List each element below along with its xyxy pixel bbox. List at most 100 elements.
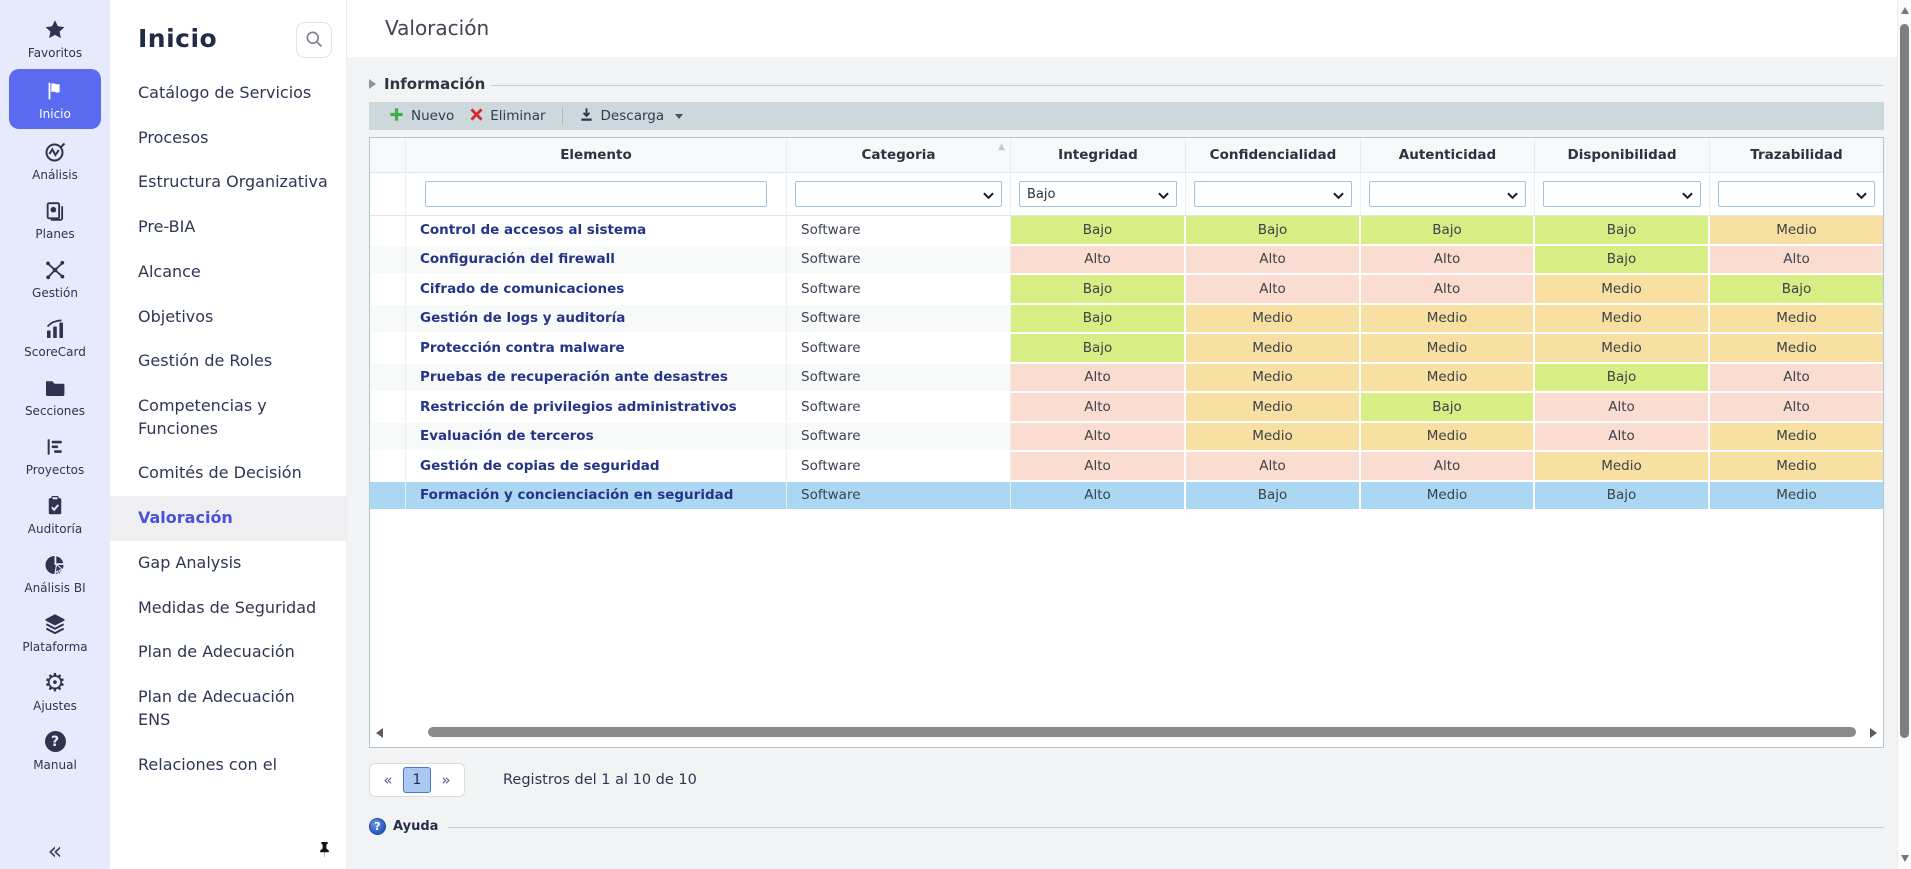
content-area: Información Nuevo Eliminar — [347, 57, 1897, 869]
column-header-confidencialidad[interactable]: Confidencialidad — [1186, 138, 1361, 173]
element-link[interactable]: Gestión de logs y auditoría — [420, 310, 625, 326]
element-link[interactable]: Evaluación de terceros — [420, 428, 594, 444]
rail-item-manual[interactable]: ?Manual — [4, 721, 106, 779]
category-value: Software — [801, 428, 861, 444]
table-row[interactable]: Evaluación de tercerosSoftwareAltoMedioM… — [370, 423, 1883, 453]
sidebar-item-plan-de-adecuacion[interactable]: Plan de Adecuación — [110, 630, 346, 675]
pin-menu-icon[interactable] — [315, 840, 334, 863]
rail-item-ajustes[interactable]: ⚙Ajustes — [4, 662, 106, 720]
sidebar-item-gestion-de-roles[interactable]: Gestión de Roles — [110, 339, 346, 384]
table-row[interactable]: Gestión de logs y auditoríaSoftwareBajoM… — [370, 305, 1883, 335]
rail-item-plataforma[interactable]: Plataforma — [4, 603, 106, 661]
element-link[interactable]: Protección contra malware — [420, 340, 625, 356]
vertical-scroll-thumb[interactable] — [1900, 24, 1909, 738]
element-link[interactable]: Cifrado de comunicaciones — [420, 281, 624, 297]
horizontal-scrollbar[interactable] — [372, 726, 1881, 739]
sidebar-item-objetivos[interactable]: Objetivos — [110, 295, 346, 340]
table-row[interactable]: Gestión de copias de seguridadSoftwareAl… — [370, 452, 1883, 482]
horizontal-scroll-thumb[interactable] — [428, 727, 1856, 737]
rail-item-favoritos[interactable]: Favoritos — [4, 9, 106, 67]
scroll-up-arrow-icon[interactable] — [1901, 7, 1909, 14]
clipboard-check-icon — [44, 493, 66, 519]
column-header-categoria[interactable]: Categoria▲ — [787, 138, 1011, 173]
rating-value: Medio — [1776, 458, 1817, 474]
rating-value: Alto — [1084, 251, 1111, 267]
rating-value: Medio — [1252, 340, 1293, 356]
rail-item-label: Manual — [33, 758, 77, 772]
disponibilidad-filter-select[interactable] — [1543, 181, 1701, 207]
rating-value: Medio — [1776, 310, 1817, 326]
element-link[interactable]: Control de accesos al sistema — [420, 222, 646, 238]
new-button[interactable]: Nuevo — [381, 107, 462, 126]
table-row[interactable]: Formación y concienciación en seguridadS… — [370, 482, 1883, 512]
gantt-icon — [44, 434, 66, 460]
column-header-trazabilidad[interactable]: Trazabilidad — [1710, 138, 1883, 173]
category-value: Software — [801, 399, 861, 415]
rail-item-gestion[interactable]: Gestión — [4, 249, 106, 307]
window-vertical-scrollbar[interactable] — [1897, 0, 1911, 869]
categoria-filter-select[interactable] — [795, 181, 1002, 207]
autenticidad-filter-select[interactable] — [1369, 181, 1526, 207]
help-question-icon[interactable]: ? — [369, 818, 386, 835]
rail-item-auditoria[interactable]: Auditoría — [4, 485, 106, 543]
rail-item-label: Análisis BI — [24, 581, 85, 595]
rating-value: Bajo — [1258, 487, 1288, 503]
elemento-filter-input[interactable] — [425, 181, 767, 207]
collapse-triangle-icon — [369, 79, 376, 89]
column-header-autenticidad[interactable]: Autenticidad — [1361, 138, 1535, 173]
table-row[interactable]: Restricción de privilegios administrativ… — [370, 393, 1883, 423]
sidebar-item-medidas-de-seguridad[interactable]: Medidas de Seguridad — [110, 586, 346, 631]
section-header-informacion[interactable]: Información — [369, 75, 1883, 93]
scroll-left-arrow-icon[interactable] — [376, 728, 383, 738]
next-page-button[interactable]: » — [433, 771, 459, 789]
table-row[interactable]: Pruebas de recuperación ante desastresSo… — [370, 364, 1883, 394]
scroll-right-arrow-icon[interactable] — [1870, 728, 1877, 738]
rail-item-inicio[interactable]: Inicio — [9, 69, 101, 129]
element-link[interactable]: Restricción de privilegios administrativ… — [420, 399, 737, 415]
sidebar-item-plan-de-adecuacion-ens[interactable]: Plan de Adecuación ENS — [110, 675, 346, 742]
rail-item-secciones[interactable]: Secciones — [4, 367, 106, 425]
sidebar-item-valoracion[interactable]: Valoración — [110, 496, 346, 541]
column-header-disponibilidad[interactable]: Disponibilidad — [1535, 138, 1710, 173]
column-header-elemento[interactable]: Elemento — [406, 138, 787, 173]
element-link[interactable]: Gestión de copias de seguridad — [420, 458, 660, 474]
sidebar-item-gap-analysis[interactable]: Gap Analysis — [110, 541, 346, 586]
sidebar-item-alcance[interactable]: Alcance — [110, 250, 346, 295]
scroll-down-arrow-icon[interactable] — [1901, 855, 1909, 862]
current-page-button[interactable]: 1 — [403, 767, 431, 793]
rating-value: Medio — [1776, 222, 1817, 238]
collapse-sidebar-button[interactable]: « — [0, 837, 110, 865]
element-link[interactable]: Configuración del firewall — [420, 251, 615, 267]
sidebar-item-catalogo-de-servicios[interactable]: Catálogo de Servicios — [110, 71, 346, 116]
column-header-integridad[interactable]: Integridad — [1011, 138, 1186, 173]
confidencialidad-filter-select[interactable] — [1194, 181, 1352, 207]
rating-value: Alto — [1608, 428, 1635, 444]
trazabilidad-filter-select[interactable] — [1718, 181, 1875, 207]
menu-search-button[interactable] — [296, 22, 332, 58]
rating-value: Bajo — [1432, 399, 1462, 415]
table-row[interactable]: Configuración del firewallSoftwareAltoAl… — [370, 246, 1883, 276]
sidebar-item-comites-de-decision[interactable]: Comités de Decisión — [110, 451, 346, 496]
rail-item-analisis[interactable]: Análisis — [4, 131, 106, 189]
rating-value: Alto — [1434, 458, 1461, 474]
sidebar-item-pre-bia[interactable]: Pre-BIA — [110, 205, 346, 250]
integridad-filter-select[interactable]: Bajo — [1019, 181, 1177, 207]
rail-item-proyectos[interactable]: Proyectos — [4, 426, 106, 484]
table-row[interactable]: Cifrado de comunicacionesSoftwareBajoAlt… — [370, 275, 1883, 305]
rail-item-scorecard[interactable]: ScoreCard — [4, 308, 106, 366]
download-button[interactable]: Descarga — [571, 107, 692, 126]
filter-row: Bajo — [370, 173, 1883, 216]
sidebar-item-procesos[interactable]: Procesos — [110, 116, 346, 161]
table-row[interactable]: Protección contra malwareSoftwareBajoMed… — [370, 334, 1883, 364]
rail-item-analisis-bi[interactable]: Análisis BI — [4, 544, 106, 602]
sidebar-item-competencias-y-funciones[interactable]: Competencias y Funciones — [110, 384, 346, 451]
table-row[interactable]: Control de accesos al sistemaSoftwareBaj… — [370, 216, 1883, 246]
element-link[interactable]: Formación y concienciación en seguridad — [420, 487, 733, 503]
help-label[interactable]: Ayuda — [393, 819, 438, 834]
delete-button[interactable]: Eliminar — [462, 108, 553, 125]
prev-page-button[interactable]: « — [375, 771, 401, 789]
element-link[interactable]: Pruebas de recuperación ante desastres — [420, 369, 728, 385]
sidebar-item-estructura-organizativa[interactable]: Estructura Organizativa — [110, 160, 346, 205]
sidebar-item-relaciones-con-el[interactable]: Relaciones con el — [110, 743, 346, 788]
rail-item-planes[interactable]: Planes — [4, 190, 106, 248]
